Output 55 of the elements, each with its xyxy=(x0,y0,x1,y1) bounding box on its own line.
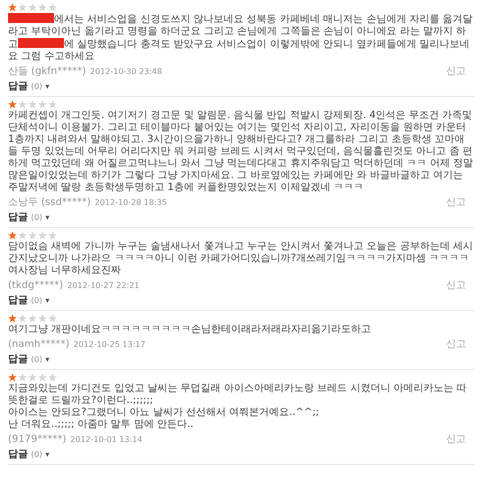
star-icon xyxy=(8,373,17,382)
review-date: 2012-10-01 13:14 xyxy=(70,434,142,446)
star-icon xyxy=(28,314,37,323)
star-icon xyxy=(18,373,27,382)
star-icon xyxy=(28,373,37,382)
review-date: 2012-10-27 22:21 xyxy=(67,280,140,292)
star-icon xyxy=(18,100,27,109)
review-author: (namh*****) xyxy=(8,339,70,351)
caret-icon[interactable]: ▾ xyxy=(45,449,50,461)
reply-link[interactable]: 답글 xyxy=(8,354,28,366)
review-text: 에서는 서비스업을 신경도쓰지 않나보네요 성북동 카페베네 매니저는 손님에게 자리를 옮겨달라고 부탁이아닌 옮기라고 명령을 하더군요 그리고 손님에게 그쪽들은 손님이 아니에요 라는 말까지 하고 에 실망했습니다 충격도 받았구요 서비스업이 이렇게밖에 안되니 옆카페들에게 밀리나보네요 그럼 수고하세요 xyxy=(8,13,474,63)
reply-count: (0) xyxy=(31,81,42,93)
reply-count: (0) xyxy=(31,449,42,461)
review-text: 카페컨셉이 개그인듯. 여기저기 경고문 및 알림문. 음식물 반입 적발시 강제퇴장. 4인석은 무조건 가족및 단체석이니 이용불가. 그리고 테이블마다 붙어있는 여기는 몇인석 자리이고, 자리이동을 원하면 카운터 1층까지 내려와서 말해야되고. 3시간이으을가하니 양해바란다고? 개그를하라 그리고 초등학생 꼬마애들 두명 있었는데 어무리 어리다지만 뭐 커피랑 브레드 시켜서 먹구있던데, 음식물흘린것도 아니고 좀 편하게 먹고있던데 왜 어질르고먹냐느니 와서 그냥 먹는데다대고 휴지주워담고 먹더하던데 ㅋㅋ 어제 정말 많은일이있었는데 하기가 그렇다 그냥 가지마세요. 그 바로옆에있는 카페에만 와 바글바글하고 여기는 주말저녁에 딸랑 초등학생두명하고 1층에 커플한명있었는지 이제알겠네 ㅋㅋㅋ xyxy=(8,110,474,194)
review-author: 소낭두 (ssd*****) xyxy=(8,197,91,209)
star-icon xyxy=(28,231,37,240)
caret-icon[interactable]: ▾ xyxy=(45,354,50,366)
star-icon xyxy=(8,231,17,240)
review-author: (9179*****) xyxy=(8,434,66,446)
star-icon xyxy=(48,314,57,323)
star-icon xyxy=(18,231,27,240)
review-author: (tkdg*****) xyxy=(8,280,64,292)
review-date: 2012-10-28 18:35 xyxy=(94,197,167,209)
reply-link[interactable]: 답글 xyxy=(8,212,28,224)
star-icon xyxy=(8,314,17,323)
star-icon xyxy=(8,100,17,109)
star-icon xyxy=(18,314,27,323)
star-icon xyxy=(38,100,47,109)
star-icon xyxy=(48,373,57,382)
review-date: 2012-10-25 13:17 xyxy=(73,339,146,351)
reply-link[interactable]: 답글 xyxy=(8,449,28,461)
star-icon xyxy=(28,3,37,12)
caret-icon[interactable]: ▾ xyxy=(45,295,50,307)
star-icon xyxy=(28,100,37,109)
star-icon xyxy=(38,3,47,12)
star-icon xyxy=(38,373,47,382)
star-icon xyxy=(38,314,47,323)
review-date: 2012-10-30 23:48 xyxy=(90,66,162,78)
review-author: 산들 (gkfn*****) xyxy=(8,66,86,78)
reply-count: (0) xyxy=(31,295,42,307)
review-text: 지금와있는데 가디건도 입었고 날씨는 무덥길래 아이스아메리카노랑 브레드 시켰더니 아메리카노는 따뜻한걸로 드릴까요?이런다..;;;;;; 아이스는 안되요?그랬더니 아뇨 날씨가 선선해서 여쭤본거예요..^^;; 난 더워요..;;;;; 아줌마 말투 맘에 안든다.. xyxy=(8,383,468,431)
reply-link[interactable]: 답글 xyxy=(8,295,28,307)
review-text: 여기그냥 개판이네요ㅋㅋㅋㅋㅋㅋㅋㅋㅋ손님한테이래라저래라자리옮기라도하고 xyxy=(8,324,372,336)
review-text: 담이없슴 새벽에 가니까 누구는 술냄새나서 쫓겨나고 누구는 안시켜서 쫓겨나고 오늘은 공부하는데 세시간지났오니까 나가라으 ㅋㅋㅋㅋ아니 이런 카페가어디있습니까?개쓰레기임ㅋㅋㅋㅋ가지마셈 ㅋㅋㅋㅋ여사장님 너무하세요진짜 xyxy=(8,241,474,277)
reply-link[interactable]: 답글 xyxy=(8,81,28,93)
reply-count: (0) xyxy=(31,212,42,224)
star-icon xyxy=(48,3,57,12)
reply-count: (0) xyxy=(31,354,42,366)
caret-icon[interactable]: ▾ xyxy=(45,212,50,224)
caret-icon[interactable]: ▾ xyxy=(45,81,50,93)
star-icon xyxy=(18,3,27,12)
star-icon xyxy=(8,3,17,12)
star-icon xyxy=(48,231,57,240)
star-icon xyxy=(38,231,47,240)
star-icon xyxy=(48,100,57,109)
